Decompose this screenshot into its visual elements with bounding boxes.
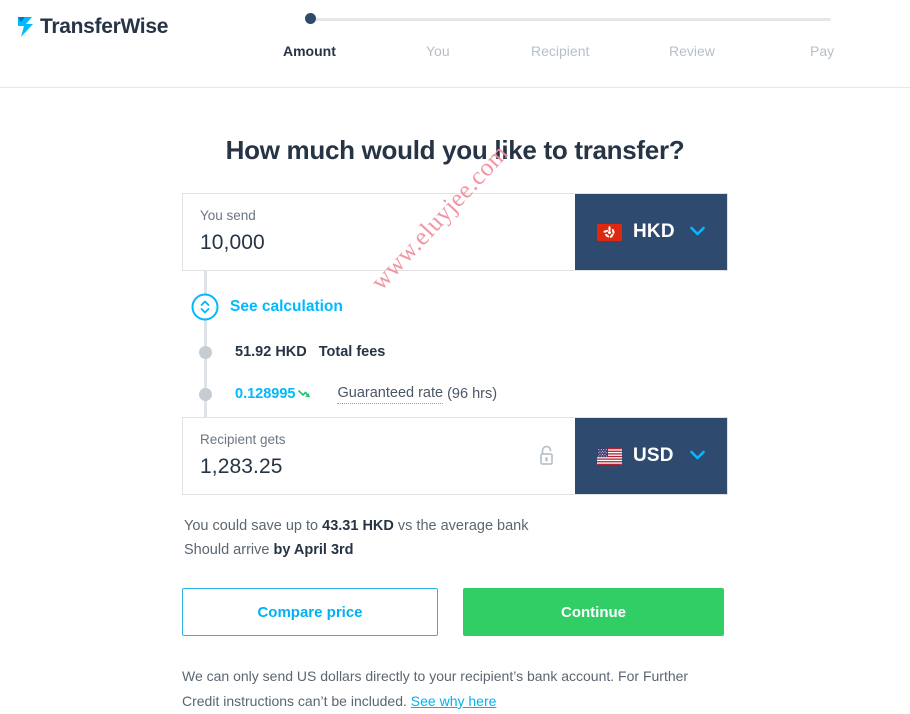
progress-track [283, 13, 831, 25]
action-buttons: Compare price Continue [182, 588, 728, 636]
page-title: How much would you like to transfer? [225, 135, 685, 165]
receive-amount-input[interactable]: Recipient gets 1,283.25 [183, 418, 575, 494]
chevron-down-icon[interactable] [690, 223, 705, 241]
step-pay[interactable]: Pay [810, 43, 834, 59]
receive-amount-label: Recipient gets [200, 432, 286, 447]
savings-prefix: You could save up to [184, 518, 323, 534]
chevron-down-icon[interactable] [690, 447, 705, 465]
receive-currency-code: USD [633, 445, 674, 466]
send-amount-label: You send [200, 208, 256, 223]
step-review[interactable]: Review [669, 43, 715, 59]
progress-line [309, 18, 831, 21]
calculation-bullet-icon [199, 387, 212, 401]
expand-collapse-circle-icon[interactable] [190, 292, 220, 322]
receive-amount-row: Recipient gets 1,283.25 USD [182, 417, 728, 495]
main-content: How much would you like to transfer? You… [0, 88, 910, 714]
send-amount-row: You send 10,000 HKD [182, 193, 728, 271]
footer-note-line1: We can only send US dollars directly to … [182, 668, 640, 684]
send-currency-select[interactable]: HKD [575, 194, 727, 270]
send-amount-value[interactable]: 10,000 [200, 228, 575, 258]
calculation-block: See calculation 51.92 HKD Total fees 0.1… [182, 271, 728, 417]
brand-logo[interactable]: TransferWise [16, 15, 168, 39]
guaranteed-rate-label[interactable]: Guaranteed rate [337, 385, 444, 404]
see-calculation-link[interactable]: See calculation [230, 298, 343, 316]
transferwise-arrow-icon [16, 15, 38, 39]
transfer-info: You could save up to 43.31 HKD vs the av… [182, 514, 728, 562]
total-fees-label: Total fees [318, 344, 386, 360]
unlocked-padlock-icon[interactable] [537, 444, 557, 473]
total-fees-row: 51.92 HKD Total fees [182, 340, 385, 364]
see-calculation-row[interactable]: See calculation [182, 292, 343, 322]
calculation-bullet-icon [199, 345, 212, 359]
progress-steps: Amount You Recipient Review Pay [283, 13, 834, 63]
step-amount[interactable]: Amount [283, 43, 336, 59]
receive-amount-value[interactable]: 1,283.25 [200, 452, 575, 482]
hk-flag-icon [597, 223, 622, 241]
guaranteed-rate-duration: (96 hrs) [447, 386, 498, 402]
arrival-date: by April 3rd [273, 542, 354, 558]
see-why-here-link[interactable]: See why here [411, 693, 497, 709]
savings-line: You could save up to 43.31 HKD vs the av… [184, 514, 728, 538]
exchange-rate-value[interactable]: 0.128995 [235, 386, 295, 402]
step-you[interactable]: You [426, 43, 450, 59]
total-fees-amount: 51.92 HKD [235, 344, 307, 360]
app-header: TransferWise Amount You Recipient Review… [0, 0, 910, 88]
continue-button[interactable]: Continue [463, 588, 724, 636]
arrival-prefix: Should arrive [184, 542, 274, 558]
footer-note: We can only send US dollars directly to … [182, 664, 702, 714]
guaranteed-rate-row: 0.128995 Guaranteed rate (96 hrs) [182, 382, 497, 406]
us-flag-icon [597, 447, 622, 465]
arrival-line: Should arrive by April 3rd [184, 538, 728, 562]
savings-suffix: vs the average bank [393, 518, 529, 534]
transfer-form: You send 10,000 HKD See calculation 51.9… [182, 166, 728, 714]
brand-name: TransferWise [40, 15, 169, 38]
trend-down-arrow-icon [297, 387, 311, 401]
send-currency-code: HKD [633, 221, 675, 242]
send-amount-input[interactable]: You send 10,000 [183, 194, 575, 270]
receive-currency-select[interactable]: USD [575, 418, 727, 494]
progress-step-labels: Amount You Recipient Review Pay [283, 43, 834, 63]
compare-price-button[interactable]: Compare price [182, 588, 438, 636]
step-recipient[interactable]: Recipient [531, 43, 589, 59]
progress-current-dot [305, 13, 316, 24]
savings-amount: 43.31 HKD [322, 518, 394, 534]
